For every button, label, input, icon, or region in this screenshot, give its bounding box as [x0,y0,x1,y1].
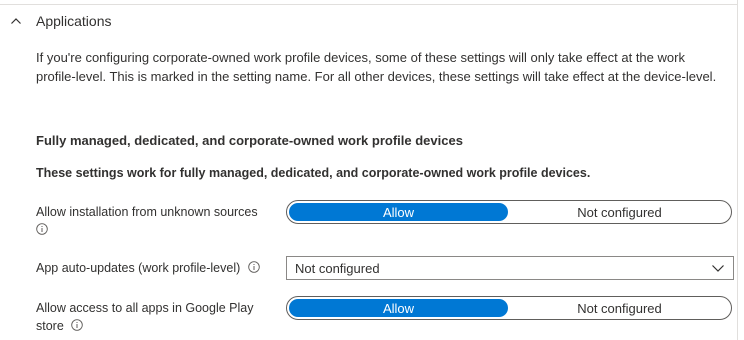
toggle-option-allow[interactable]: Allow [289,299,508,317]
chevron-down-icon [712,265,724,272]
chevron-up-icon [11,18,21,24]
toggle-option-allow[interactable]: Allow [289,203,508,221]
setting-label-text: Allow access to all apps in Google Play … [36,301,254,333]
info-icon[interactable] [248,261,260,273]
top-divider [0,4,738,5]
setting-label-unknown-sources: Allow installation from unknown sources [36,203,276,239]
toggle-option-not-configured[interactable]: Not configured [510,299,729,317]
setting-label-text: App auto-updates (work profile-level) [36,261,241,275]
setting-label-text: Allow installation from unknown sources [36,205,258,219]
group-heading: Fully managed, dedicated, and corporate-… [36,133,463,148]
right-divider [737,0,738,340]
toggle-option-not-configured[interactable]: Not configured [510,203,729,221]
info-icon[interactable] [36,223,48,235]
setting-label-auto-updates: App auto-updates (work profile-level) [36,259,276,277]
applications-section-header[interactable]: Applications [10,12,112,30]
google-play-toggle[interactable]: Allow Not configured [286,296,732,320]
info-icon[interactable] [71,319,84,331]
group-description: These settings work for fully managed, d… [36,166,591,180]
auto-updates-dropdown[interactable]: Not configured [286,256,734,280]
setting-label-google-play: Allow access to all apps in Google Play … [36,299,276,335]
unknown-sources-toggle[interactable]: Allow Not configured [286,200,732,224]
section-description: If you're configuring corporate-owned wo… [36,50,717,84]
section-title: Applications [36,13,112,29]
dropdown-value: Not configured [295,260,380,276]
